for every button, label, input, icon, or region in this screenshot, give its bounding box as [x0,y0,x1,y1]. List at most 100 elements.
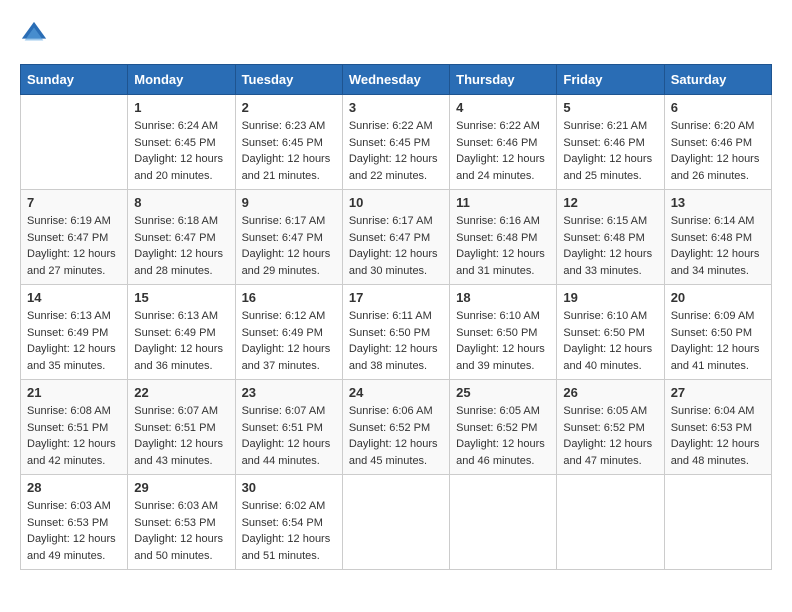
day-number: 14 [27,290,121,305]
day-info: Sunrise: 6:02 AM Sunset: 6:54 PM Dayligh… [242,498,336,564]
day-info: Sunrise: 6:03 AM Sunset: 6:53 PM Dayligh… [134,498,228,564]
day-number: 13 [671,195,765,210]
calendar-cell: 22Sunrise: 6:07 AM Sunset: 6:51 PM Dayli… [128,380,235,475]
calendar-cell: 3 Sunrise: 6:22 AM Sunset: 6:45 PM Daylig… [342,95,449,190]
calendar-cell: 13 Sunrise: 6:14 AM Sunset: 6:48 PM Dayli… [664,190,771,285]
calendar-week-row: 28 Sunrise: 6:03 AM Sunset: 6:53 PM Dayli… [21,475,772,570]
calendar-cell: 27 Sunrise: 6:04 AM Sunset: 6:53 PM Dayli… [664,380,771,475]
day-info: Sunrise: 6:18 AM Sunset: 6:47 PM Dayligh… [134,213,228,279]
calendar-cell: 23Sunrise: 6:07 AM Sunset: 6:51 PM Dayli… [235,380,342,475]
calendar-cell: 14 Sunrise: 6:13 AM Sunset: 6:49 PM Dayli… [21,285,128,380]
day-number: 3 [349,100,443,115]
day-info: Sunrise: 6:12 AM Sunset: 6:49 PM Dayligh… [242,308,336,374]
day-info: Sunrise: 6:13 AM Sunset: 6:49 PM Dayligh… [134,308,228,374]
day-number: 27 [671,385,765,400]
day-number: 11 [456,195,550,210]
day-info: Sunrise: 6:23 AM Sunset: 6:45 PM Dayligh… [242,118,336,184]
day-info: Sunrise: 6:17 AM Sunset: 6:47 PM Dayligh… [242,213,336,279]
calendar-header-row: SundayMondayTuesdayWednesdayThursdayFrid… [21,65,772,95]
day-number: 17 [349,290,443,305]
day-info: Sunrise: 6:17 AM Sunset: 6:47 PM Dayligh… [349,213,443,279]
calendar-cell: 29 Sunrise: 6:03 AM Sunset: 6:53 PM Dayli… [128,475,235,570]
calendar-cell: 15 Sunrise: 6:13 AM Sunset: 6:49 PM Dayli… [128,285,235,380]
day-number: 4 [456,100,550,115]
calendar-cell [450,475,557,570]
header-wednesday: Wednesday [342,65,449,95]
header-saturday: Saturday [664,65,771,95]
header-monday: Monday [128,65,235,95]
calendar-cell: 10 Sunrise: 6:17 AM Sunset: 6:47 PM Dayli… [342,190,449,285]
day-info: Sunrise: 6:04 AM Sunset: 6:53 PM Dayligh… [671,403,765,469]
calendar-cell: 11 Sunrise: 6:16 AM Sunset: 6:48 PM Dayli… [450,190,557,285]
calendar-cell: 5 Sunrise: 6:21 AM Sunset: 6:46 PM Daylig… [557,95,664,190]
day-number: 20 [671,290,765,305]
day-number: 15 [134,290,228,305]
calendar-cell: 28 Sunrise: 6:03 AM Sunset: 6:53 PM Dayli… [21,475,128,570]
day-info: Sunrise: 6:20 AM Sunset: 6:46 PM Dayligh… [671,118,765,184]
day-info: Sunrise: 6:09 AM Sunset: 6:50 PM Dayligh… [671,308,765,374]
calendar-cell: 4Sunrise: 6:22 AM Sunset: 6:46 PM Daylig… [450,95,557,190]
day-info: Sunrise: 6:14 AM Sunset: 6:48 PM Dayligh… [671,213,765,279]
day-number: 8 [134,195,228,210]
day-number: 23 [242,385,336,400]
calendar-cell: 12 Sunrise: 6:15 AM Sunset: 6:48 PM Dayli… [557,190,664,285]
calendar-cell: 26Sunrise: 6:05 AM Sunset: 6:52 PM Dayli… [557,380,664,475]
day-info: Sunrise: 6:05 AM Sunset: 6:52 PM Dayligh… [456,403,550,469]
day-number: 1 [134,100,228,115]
day-info: Sunrise: 6:21 AM Sunset: 6:46 PM Dayligh… [563,118,657,184]
calendar-cell: 25 Sunrise: 6:05 AM Sunset: 6:52 PM Dayli… [450,380,557,475]
day-number: 5 [563,100,657,115]
day-number: 7 [27,195,121,210]
day-number: 18 [456,290,550,305]
calendar-cell: 17 Sunrise: 6:11 AM Sunset: 6:50 PM Dayli… [342,285,449,380]
day-number: 30 [242,480,336,495]
calendar-cell: 18 Sunrise: 6:10 AM Sunset: 6:50 PM Dayli… [450,285,557,380]
day-info: Sunrise: 6:13 AM Sunset: 6:49 PM Dayligh… [27,308,121,374]
day-number: 29 [134,480,228,495]
calendar-cell [342,475,449,570]
day-info: Sunrise: 6:10 AM Sunset: 6:50 PM Dayligh… [563,308,657,374]
day-info: Sunrise: 6:24 AM Sunset: 6:45 PM Dayligh… [134,118,228,184]
day-number: 19 [563,290,657,305]
logo [20,20,52,48]
calendar-week-row: 14 Sunrise: 6:13 AM Sunset: 6:49 PM Dayli… [21,285,772,380]
calendar-week-row: 1 Sunrise: 6:24 AM Sunset: 6:45 PM Daylig… [21,95,772,190]
day-info: Sunrise: 6:16 AM Sunset: 6:48 PM Dayligh… [456,213,550,279]
day-number: 9 [242,195,336,210]
day-info: Sunrise: 6:10 AM Sunset: 6:50 PM Dayligh… [456,308,550,374]
calendar-cell: 8 Sunrise: 6:18 AM Sunset: 6:47 PM Daylig… [128,190,235,285]
calendar-cell [664,475,771,570]
calendar-cell: 24Sunrise: 6:06 AM Sunset: 6:52 PM Dayli… [342,380,449,475]
logo-icon [20,20,48,48]
day-info: Sunrise: 6:22 AM Sunset: 6:45 PM Dayligh… [349,118,443,184]
day-info: Sunrise: 6:15 AM Sunset: 6:48 PM Dayligh… [563,213,657,279]
day-number: 21 [27,385,121,400]
header-sunday: Sunday [21,65,128,95]
calendar-cell: 19 Sunrise: 6:10 AM Sunset: 6:50 PM Dayli… [557,285,664,380]
calendar-cell: 16Sunrise: 6:12 AM Sunset: 6:49 PM Dayli… [235,285,342,380]
calendar-table: SundayMondayTuesdayWednesdayThursdayFrid… [20,64,772,570]
page-header [20,20,772,48]
calendar-cell [557,475,664,570]
day-info: Sunrise: 6:06 AM Sunset: 6:52 PM Dayligh… [349,403,443,469]
day-info: Sunrise: 6:11 AM Sunset: 6:50 PM Dayligh… [349,308,443,374]
calendar-week-row: 7 Sunrise: 6:19 AM Sunset: 6:47 PM Daylig… [21,190,772,285]
day-number: 28 [27,480,121,495]
day-info: Sunrise: 6:19 AM Sunset: 6:47 PM Dayligh… [27,213,121,279]
calendar-cell: 9 Sunrise: 6:17 AM Sunset: 6:47 PM Daylig… [235,190,342,285]
calendar-cell: 21 Sunrise: 6:08 AM Sunset: 6:51 PM Dayli… [21,380,128,475]
day-info: Sunrise: 6:08 AM Sunset: 6:51 PM Dayligh… [27,403,121,469]
day-number: 2 [242,100,336,115]
header-thursday: Thursday [450,65,557,95]
calendar-cell: 7 Sunrise: 6:19 AM Sunset: 6:47 PM Daylig… [21,190,128,285]
day-number: 12 [563,195,657,210]
day-number: 26 [563,385,657,400]
day-number: 22 [134,385,228,400]
day-number: 25 [456,385,550,400]
day-number: 10 [349,195,443,210]
calendar-cell [21,95,128,190]
calendar-cell: 1 Sunrise: 6:24 AM Sunset: 6:45 PM Daylig… [128,95,235,190]
calendar-cell: 20 Sunrise: 6:09 AM Sunset: 6:50 PM Dayli… [664,285,771,380]
header-friday: Friday [557,65,664,95]
day-info: Sunrise: 6:03 AM Sunset: 6:53 PM Dayligh… [27,498,121,564]
